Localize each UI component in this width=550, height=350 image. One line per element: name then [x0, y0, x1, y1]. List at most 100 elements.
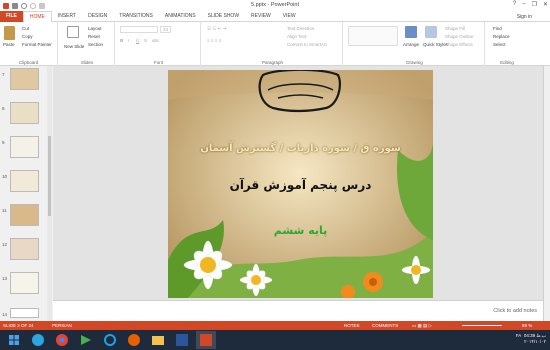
tab-home[interactable]: HOME: [22, 10, 52, 22]
section-button[interactable]: Section: [88, 42, 103, 47]
clipboard-group: Paste Cut Copy Format Painter Clipboard: [0, 22, 58, 66]
current-slide[interactable]: سوره ق / سوره ذاریات / گسترش آسمان درس پ…: [168, 70, 433, 298]
slide-thumbnail[interactable]: [10, 68, 39, 90]
arrange-button[interactable]: Arrange: [403, 42, 419, 47]
arrange-icon[interactable]: [405, 26, 417, 38]
tab-animations[interactable]: ANIMATIONS: [159, 11, 202, 22]
zoom-level[interactable]: 69 %: [522, 323, 532, 328]
slide-thumbnail[interactable]: [10, 204, 39, 226]
drawing-group: Arrange Quick Styles Shape Fill Shape Ou…: [345, 22, 485, 66]
copy-button[interactable]: Copy: [22, 34, 33, 39]
format-painter-button[interactable]: Format Painter: [22, 42, 52, 47]
font-label: Font: [153, 60, 163, 65]
internet-explorer-icon[interactable]: [100, 331, 120, 349]
paragraph-group: ☰ ☷ ⇤ ⇥ Text Direction Align Text Conver…: [203, 22, 343, 66]
slide-subtitle[interactable]: سوره ق / سوره ذاریات / گسترش آسمان: [168, 143, 433, 154]
slide-thumbnail[interactable]: [10, 308, 39, 318]
strikethrough-button[interactable]: S: [144, 38, 147, 43]
help-button[interactable]: ?: [513, 1, 516, 8]
thumb-number: 11: [2, 208, 7, 213]
clipboard-label: Clipboard: [18, 60, 39, 65]
shapes-gallery[interactable]: [348, 26, 398, 46]
tab-file[interactable]: FILE: [0, 10, 23, 22]
telegram-icon[interactable]: [28, 331, 48, 349]
slide-thumbnail[interactable]: [10, 238, 39, 260]
language-indicator[interactable]: PERSIAN: [52, 323, 72, 328]
align-icons[interactable]: ≡ ≡ ≡ ≡: [207, 38, 221, 43]
paste-icon[interactable]: [4, 26, 15, 40]
clock-time[interactable]: 04:39 ب.ظ: [524, 333, 546, 338]
tab-design[interactable]: DESIGN: [82, 11, 113, 22]
new-slide-icon[interactable]: [67, 26, 79, 38]
slide-thumbnail-pane: 7 8 9 10 11 12 13 14: [0, 66, 52, 321]
word-icon[interactable]: [172, 331, 192, 349]
thumb-number: 14: [2, 312, 8, 317]
clock-date[interactable]: ۲۰۱۴/۱۰/۰۲: [524, 339, 546, 344]
shape-fill-button[interactable]: Shape Fill: [445, 26, 465, 31]
scrollbar-thumb[interactable]: [48, 136, 51, 216]
slide-thumbnail[interactable]: [10, 136, 39, 158]
chrome-icon[interactable]: [52, 331, 72, 349]
underline-button[interactable]: U: [136, 38, 139, 43]
paste-button[interactable]: Paste: [3, 42, 15, 47]
sign-in-link[interactable]: Sign in: [517, 14, 532, 20]
tab-transitions[interactable]: TRANSITIONS: [113, 11, 159, 22]
slide-thumbnail[interactable]: [10, 102, 39, 124]
tab-view[interactable]: VIEW: [277, 11, 302, 22]
slide-grade-label[interactable]: پایه ششم: [168, 224, 433, 237]
font-group: 24 B I U S abc Font: [117, 22, 201, 66]
tab-slide-show[interactable]: SLIDE SHOW: [202, 11, 245, 22]
text-direction-button[interactable]: Text Direction: [287, 26, 314, 31]
restore-button[interactable]: ❐: [532, 1, 537, 8]
new-slide-button[interactable]: New Slide: [64, 44, 84, 49]
thumbnail-scrollbar[interactable]: [47, 66, 52, 321]
replace-button[interactable]: Replace: [493, 34, 510, 39]
thumb-number: 9: [2, 140, 5, 145]
tab-insert[interactable]: INSERT: [52, 11, 82, 22]
editor-scrollbar[interactable]: [543, 66, 550, 321]
start-button[interactable]: [4, 331, 24, 349]
character-spacing-button[interactable]: abc: [152, 38, 159, 43]
powerpoint-taskbar-icon[interactable]: [196, 331, 216, 349]
shape-outline-button[interactable]: Shape Outline: [445, 34, 474, 39]
shape-effects-button[interactable]: Shape Effects: [445, 42, 473, 47]
editing-group: Find Replace Select Editing: [487, 22, 527, 66]
bold-button[interactable]: B: [120, 38, 123, 43]
media-icon[interactable]: [76, 331, 96, 349]
layout-button[interactable]: Layout: [88, 26, 102, 31]
comments-button[interactable]: COMMENTS: [372, 323, 398, 328]
slide-counter: SLIDE 2 OF 24: [3, 323, 34, 328]
close-button[interactable]: ✕: [543, 1, 548, 8]
firefox-icon[interactable]: [124, 331, 144, 349]
zoom-slider[interactable]: [462, 325, 502, 326]
file-explorer-icon[interactable]: [148, 331, 168, 349]
font-size-box[interactable]: 24: [160, 26, 172, 33]
thumb-number: 8: [2, 106, 5, 111]
system-tray: FA 04:39 ب.ظ ۲۰۱۴/۱۰/۰۲: [516, 333, 546, 345]
reset-button[interactable]: Reset: [88, 34, 100, 39]
slide-thumbnail[interactable]: [10, 272, 39, 294]
convert-smartart-button[interactable]: Convert to SmartArt: [287, 42, 327, 47]
notes-pane[interactable]: Click to add notes: [53, 300, 543, 321]
cut-button[interactable]: Cut: [22, 26, 29, 31]
title-bar: 5.pptx - PowerPoint ? – ❐ ✕: [0, 0, 550, 11]
slides-label: Slides: [80, 60, 94, 65]
slide-title[interactable]: درس پنجم آموزش قرآن: [168, 178, 433, 192]
tab-review[interactable]: REVIEW: [245, 11, 277, 22]
ribbon: Paste Cut Copy Format Painter Clipboard …: [0, 22, 550, 66]
align-text-button[interactable]: Align Text: [287, 34, 306, 39]
window-title: 5.pptx - PowerPoint: [251, 2, 299, 8]
bullets-icon[interactable]: ☰ ☷ ⇤ ⇥: [207, 26, 226, 32]
view-buttons[interactable]: ▭ ▦ ▤ ▷: [412, 323, 432, 329]
select-button[interactable]: Select: [493, 42, 506, 47]
find-button[interactable]: Find: [493, 26, 502, 31]
windows-taskbar: FA 04:39 ب.ظ ۲۰۱۴/۱۰/۰۲: [0, 330, 550, 350]
notes-button[interactable]: NOTES: [344, 323, 360, 328]
keyboard-language[interactable]: FA: [516, 333, 522, 338]
quick-styles-icon[interactable]: [425, 26, 437, 38]
font-family-box[interactable]: [120, 26, 158, 33]
slide-thumbnail[interactable]: [10, 170, 39, 192]
notes-placeholder[interactable]: Click to add notes: [493, 308, 537, 314]
minimize-button[interactable]: –: [522, 1, 525, 8]
italic-button[interactable]: I: [128, 38, 129, 43]
